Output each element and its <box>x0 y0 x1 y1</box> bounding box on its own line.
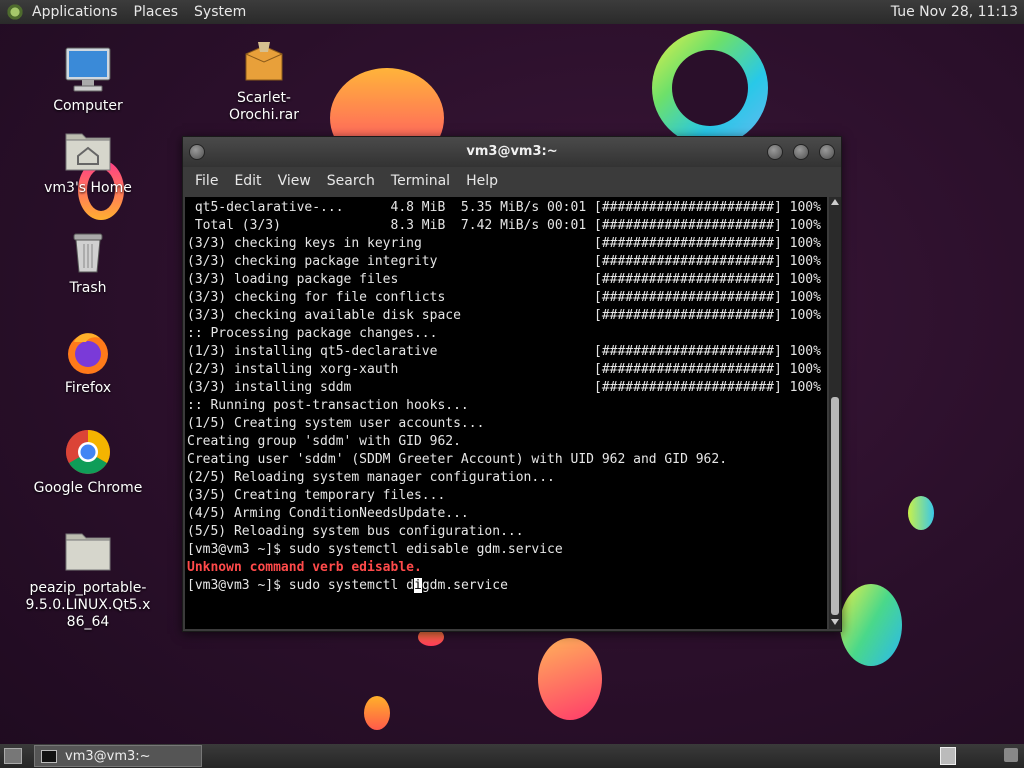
desktop-icon-label: vm3's Home <box>44 180 132 196</box>
menu-system[interactable]: System <box>186 0 254 24</box>
decor-blob-cyan <box>840 584 902 666</box>
menu-places[interactable]: Places <box>126 0 187 24</box>
terminal-prompt-line[interactable]: [vm3@vm3 ~]$ sudo systemctl digdm.servic… <box>187 577 827 595</box>
scroll-up-arrow-icon[interactable] <box>831 199 839 205</box>
terminal-menubar: File Edit View Search Terminal Help <box>183 167 841 195</box>
terminal-line: (4/5) Arming ConditionNeedsUpdate... <box>187 506 469 521</box>
decor-blob-green <box>908 496 934 530</box>
terminal-line: (3/3) loading package files [###########… <box>187 272 821 287</box>
menu-search[interactable]: Search <box>319 173 383 189</box>
prompt-text: [vm3@vm3 ~]$ sudo systemctl d <box>187 578 414 593</box>
show-desktop-icon[interactable] <box>4 748 22 764</box>
computer-icon <box>64 46 112 94</box>
terminal-error-line: Unknown command verb edisable. <box>187 560 422 575</box>
folder-icon <box>64 528 112 576</box>
prompt-text-after: gdm.service <box>421 578 508 593</box>
bottom-panel: vm3@vm3:~ <box>0 744 1024 768</box>
desktop-icon-home[interactable]: vm3's Home <box>28 128 148 197</box>
trash-applet-icon[interactable] <box>1004 748 1018 762</box>
taskbar-item-label: vm3@vm3:~ <box>65 748 151 764</box>
desktop-icon-chrome[interactable]: Google Chrome <box>28 428 148 497</box>
terminal-line: (5/5) Reloading system bus configuration… <box>187 524 524 539</box>
text-cursor: i <box>413 578 422 593</box>
scroll-thumb[interactable] <box>831 397 839 615</box>
desktop-icon-label: peazip_portable-9.5.0.LINUX.Qt5.x86_64 <box>25 580 151 630</box>
terminal-line: (3/3) checking package integrity [######… <box>187 254 821 269</box>
decor-blob-small-orange <box>364 696 390 730</box>
decor-ring-large <box>652 30 768 146</box>
terminal-scrollbar[interactable] <box>829 197 841 629</box>
terminal-line: (3/3) checking for file conflicts [#####… <box>187 290 821 305</box>
terminal-line: Total (3/3) 8.3 MiB 7.42 MiB/s 00:01 [##… <box>187 218 821 233</box>
terminal-line: (2/5) Reloading system manager configura… <box>187 470 555 485</box>
close-icon[interactable] <box>819 144 835 160</box>
terminal-line: [vm3@vm3 ~]$ sudo systemctl edisable gdm… <box>187 542 563 557</box>
window-menu-icon[interactable] <box>189 144 205 160</box>
maximize-icon[interactable] <box>793 144 809 160</box>
terminal-line: (1/3) installing qt5-declarative [######… <box>187 344 821 359</box>
terminal-titlebar[interactable]: vm3@vm3:~ <box>183 137 841 167</box>
terminal-line: (3/3) checking available disk space [###… <box>187 308 821 323</box>
terminal-line: :: Processing package changes... <box>187 326 438 341</box>
desktop-icon-peazip-folder[interactable]: peazip_portable-9.5.0.LINUX.Qt5.x86_64 <box>24 528 152 631</box>
terminal-line: Creating group 'sddm' with GID 962. <box>187 434 461 449</box>
terminal-icon <box>41 749 57 763</box>
home-folder-icon <box>64 128 112 176</box>
desktop-icon-label: Firefox <box>64 380 112 396</box>
terminal-title: vm3@vm3:~ <box>466 144 558 159</box>
menu-terminal[interactable]: Terminal <box>383 173 458 189</box>
terminal-line: (3/5) Creating temporary files... <box>187 488 446 503</box>
desktop-icon-label: Scarlet-Orochi.rar <box>228 90 300 123</box>
clock[interactable]: Tue Nov 28, 11:13 <box>891 0 1018 24</box>
terminal-lines: qt5-declarative-... 4.8 MiB 5.35 MiB/s 0… <box>185 197 827 595</box>
desktop-icon-label: Trash <box>69 280 107 296</box>
decor-blob-pink <box>538 638 602 720</box>
desktop-icon-scarlet-rar[interactable]: Scarlet-Orochi.rar <box>204 38 324 124</box>
terminal-line: :: Running post-transaction hooks... <box>187 398 469 413</box>
terminal-line: qt5-declarative-... 4.8 MiB 5.35 MiB/s 0… <box>187 200 821 215</box>
desktop-icon-firefox[interactable]: Firefox <box>28 328 148 397</box>
menu-edit[interactable]: Edit <box>226 173 269 189</box>
minimize-icon[interactable] <box>767 144 783 160</box>
desktop-icon-trash[interactable]: Trash <box>28 228 148 297</box>
menu-applications[interactable]: Applications <box>24 0 126 24</box>
taskbar-item-terminal[interactable]: vm3@vm3:~ <box>34 745 202 767</box>
trash-icon <box>64 228 112 276</box>
top-panel: Applications Places System Tue Nov 28, 1… <box>0 0 1024 24</box>
terminal-line: (2/3) installing xorg-xauth [###########… <box>187 362 821 377</box>
terminal-line: Creating user 'sddm' (SDDM Greeter Accou… <box>187 452 728 467</box>
terminal-line: (3/3) checking keys in keyring [########… <box>187 236 821 251</box>
archive-icon <box>240 38 288 86</box>
terminal-window[interactable]: vm3@vm3:~ File Edit View Search Terminal… <box>182 136 842 632</box>
menu-help[interactable]: Help <box>458 173 506 189</box>
distro-logo-icon[interactable] <box>6 3 24 21</box>
terminal-line: (3/3) installing sddm [#################… <box>187 380 821 395</box>
chrome-icon <box>64 428 112 476</box>
firefox-icon <box>64 328 112 376</box>
menu-view[interactable]: View <box>270 173 319 189</box>
terminal-line: (1/5) Creating system user accounts... <box>187 416 485 431</box>
terminal-output[interactable]: qt5-declarative-... 4.8 MiB 5.35 MiB/s 0… <box>185 197 827 629</box>
workspace-switcher[interactable] <box>940 747 956 765</box>
menu-file[interactable]: File <box>187 173 226 189</box>
desktop-icon-label: Google Chrome <box>33 480 143 496</box>
scroll-down-arrow-icon[interactable] <box>831 619 839 625</box>
desktop-icon-label: Computer <box>53 98 123 114</box>
desktop-icon-computer[interactable]: Computer <box>28 46 148 115</box>
